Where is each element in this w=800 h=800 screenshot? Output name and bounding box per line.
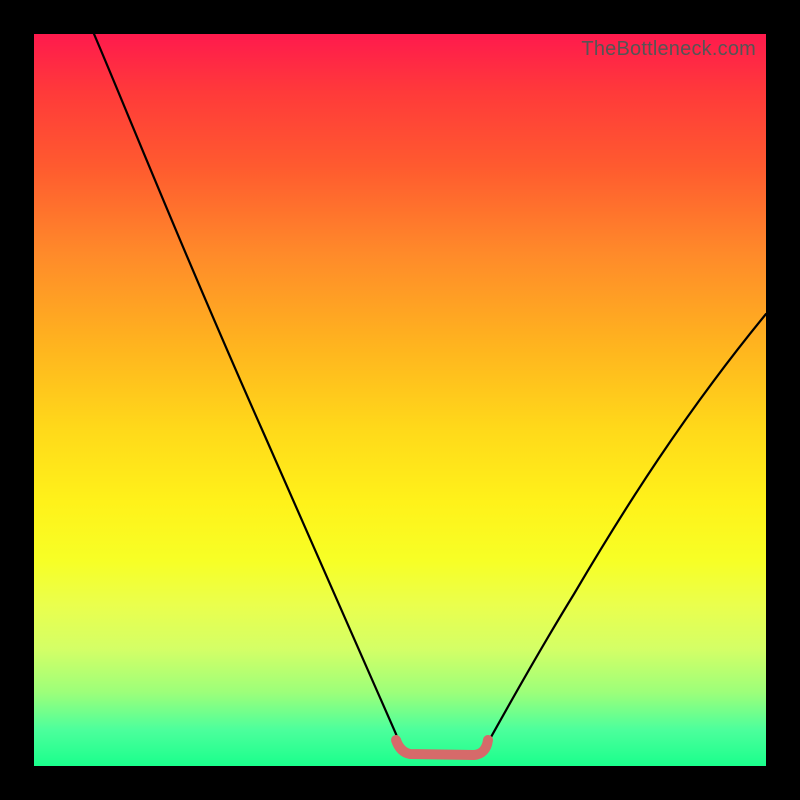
plot-area: TheBottleneck.com (34, 34, 766, 766)
v-curve-right (486, 314, 766, 746)
v-curve-left (94, 34, 400, 746)
curve-overlay (34, 34, 766, 766)
chart-frame: TheBottleneck.com (0, 0, 800, 800)
bottom-plateau (396, 740, 488, 755)
